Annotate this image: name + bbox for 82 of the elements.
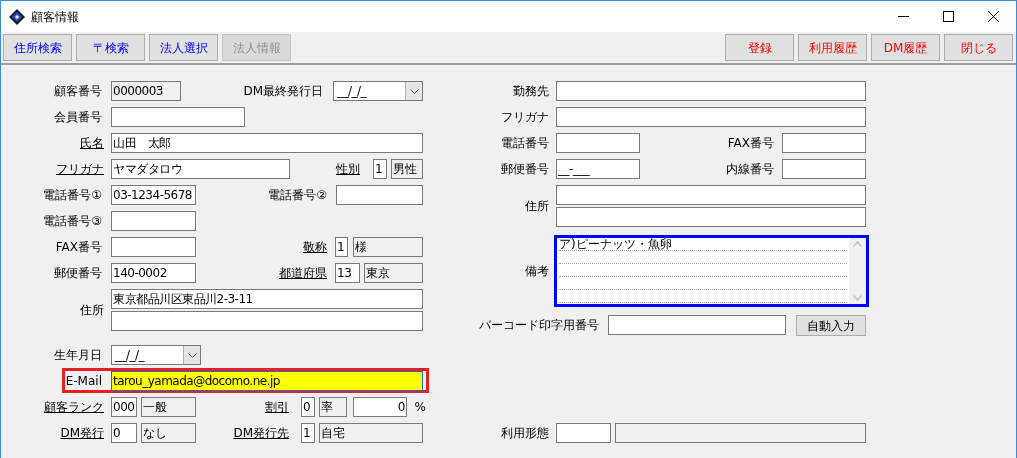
field-label: 利用形態 xyxy=(501,426,549,440)
input-field[interactable] xyxy=(111,211,196,231)
field-label: E-Mail xyxy=(65,373,102,388)
readonly-field: 男性 xyxy=(391,159,423,179)
field-label: 電話番号① xyxy=(43,188,102,202)
input-field[interactable] xyxy=(111,237,196,257)
input-field[interactable] xyxy=(556,185,866,205)
field-label: 電話番号 xyxy=(501,136,549,150)
field-label: バーコード印字用番号 xyxy=(479,318,599,332)
field-label: FAX番号 xyxy=(55,240,102,254)
maximize-icon xyxy=(943,11,954,22)
field-label: 備考 xyxy=(525,264,549,278)
toolbar-button[interactable]: 法人選択 xyxy=(149,34,218,61)
field-label: 住所 xyxy=(80,303,104,317)
input-field[interactable]: ヤマダタロウ xyxy=(111,159,290,179)
field-label: 都道府県 xyxy=(279,266,327,280)
input-field[interactable] xyxy=(608,315,786,335)
code-field[interactable]: 0 xyxy=(301,397,315,417)
date-picker[interactable]: __/_/_ xyxy=(333,81,423,101)
toolbar-button[interactable]: 〒検索 xyxy=(76,34,145,61)
auto-input-button[interactable]: 自動入力 xyxy=(796,315,866,336)
input-field[interactable]: 140-0002 xyxy=(111,263,196,283)
field-label: 顧客ランク xyxy=(44,400,104,414)
code-field[interactable]: 1 xyxy=(301,423,315,443)
field-label: 顧客番号 xyxy=(54,84,102,98)
field-label: 郵便番号 xyxy=(501,162,549,176)
field-label: フリガナ xyxy=(501,110,549,124)
close-icon xyxy=(988,11,999,22)
input-field[interactable] xyxy=(782,159,866,179)
field-label: 電話番号③ xyxy=(43,214,102,228)
minimize-icon xyxy=(898,16,909,17)
readonly-field: 一般 xyxy=(141,397,196,417)
input-field[interactable] xyxy=(782,133,866,153)
field-label: 電話番号② xyxy=(268,188,327,202)
input-field[interactable]: 0 xyxy=(353,397,407,417)
window-title: 顧客情報 xyxy=(31,8,79,26)
date-picker[interactable]: __/_/_ xyxy=(111,345,201,365)
field-label: DM発行 xyxy=(60,426,104,440)
input-field[interactable]: 03-1234-5678 xyxy=(111,185,196,205)
dropdown-caret-icon xyxy=(409,88,419,94)
input-field[interactable] xyxy=(336,185,423,205)
field-label: FAX番号 xyxy=(727,136,774,150)
input-field[interactable] xyxy=(556,81,866,101)
readonly-field: 率 xyxy=(319,397,347,417)
readonly-field: 様 xyxy=(353,237,423,257)
input-field[interactable] xyxy=(111,311,423,331)
code-field[interactable]: 1 xyxy=(373,159,387,179)
code-field[interactable]: 0 xyxy=(111,423,137,443)
field-label: 住所 xyxy=(525,199,549,213)
app-icon xyxy=(9,8,25,25)
readonly-field: 自宅 xyxy=(319,423,423,443)
field-label: DM発行先 xyxy=(233,426,289,440)
memo-text: ア)ピーナッツ・魚卵 xyxy=(559,237,672,251)
field-label: 氏名 xyxy=(80,136,104,150)
field-label: 内線番号 xyxy=(726,162,774,176)
dropdown-caret-icon xyxy=(187,352,197,358)
field-label: 勤務先 xyxy=(513,84,549,98)
input-field[interactable] xyxy=(111,107,245,127)
input-field[interactable]: __-___ xyxy=(556,159,640,179)
input-field[interactable] xyxy=(556,207,866,227)
input-field[interactable] xyxy=(556,423,611,443)
readonly-field: 東京 xyxy=(364,263,423,283)
field-label: DM最終発行日 xyxy=(243,84,323,98)
field-label: 割引 xyxy=(265,400,289,414)
field-label: 敬称 xyxy=(303,240,327,254)
input-field[interactable] xyxy=(556,133,640,153)
code-field[interactable]: 1 xyxy=(335,237,348,257)
field-label: フリガナ xyxy=(56,162,104,176)
readonly-field: 0000003 xyxy=(111,81,181,101)
input-field[interactable]: tarou_yamada@docomo.ne.jp xyxy=(111,370,423,391)
unit-label: % xyxy=(414,400,426,414)
readonly-field: なし xyxy=(141,423,196,443)
input-field[interactable]: 東京都品川区東品川2-3-11 xyxy=(111,289,423,309)
field-label: 郵便番号 xyxy=(54,266,102,280)
input-field[interactable] xyxy=(556,107,866,127)
field-label: 性別 xyxy=(336,162,360,176)
field-label: 会員番号 xyxy=(54,110,102,124)
code-field[interactable]: 000 xyxy=(111,397,137,417)
input-field[interactable]: 山田 太郎 xyxy=(111,133,423,153)
field-label: 生年月日 xyxy=(54,348,102,362)
code-field[interactable]: 13 xyxy=(335,263,360,283)
toolbar-button[interactable]: 住所検索 xyxy=(3,34,72,61)
